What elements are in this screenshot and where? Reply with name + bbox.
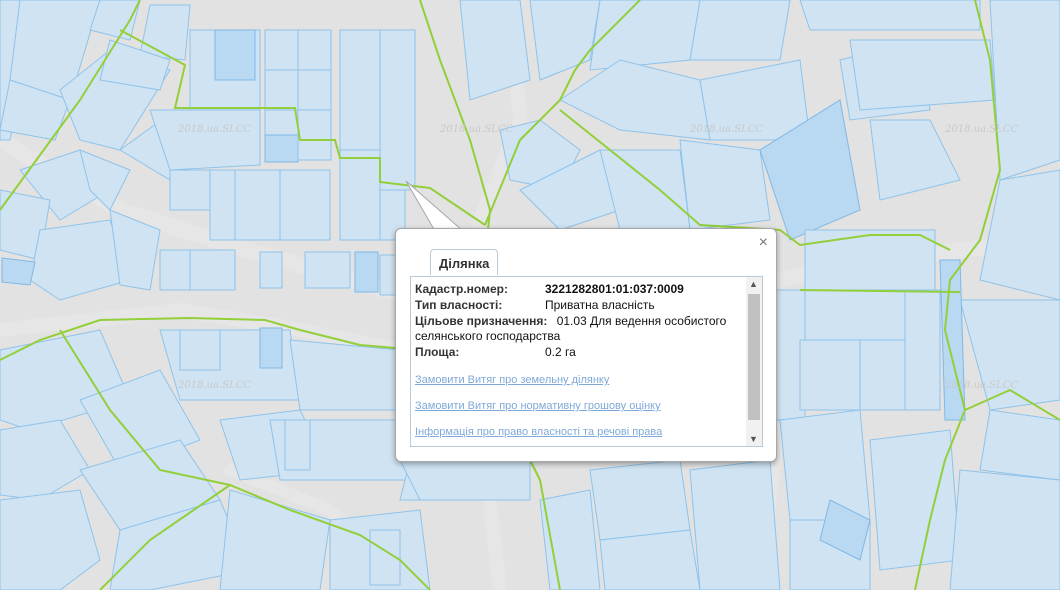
ownership-info-link[interactable]: Інформація про право власності та речові…: [415, 426, 745, 438]
ownership-row: Тип власності: Приватна власність: [415, 298, 745, 313]
parcel-block-north-center: [149, 29, 416, 296]
area-row: Площа: 0.2 га: [415, 345, 745, 360]
order-valuation-extract-link[interactable]: Замовити Витяг про нормативну грошову оц…: [415, 400, 745, 412]
watermark-text: 2018.ua.SLCC: [944, 380, 1018, 391]
scrollbar-thumb[interactable]: [748, 294, 760, 420]
purpose-row: Цільове призначення: 01.03 Для ведення о…: [415, 314, 745, 344]
scroll-down-icon[interactable]: ▼: [749, 434, 758, 444]
ownership-value: Приватна власність: [545, 298, 655, 312]
scroll-up-icon[interactable]: ▲: [749, 279, 758, 289]
parcel-details-panel: Кадастр.номер: 3221282801:01:037:0009 Ти…: [410, 276, 763, 447]
watermark-text: 2018.ua.SLCC: [177, 124, 251, 135]
scrollbar[interactable]: ▲ ▼: [746, 277, 762, 446]
popup-pointer: [405, 180, 465, 232]
watermark-text: 2018.ua.SLCC: [689, 124, 763, 135]
ownership-label: Тип власності:: [415, 298, 503, 312]
close-icon[interactable]: ×: [759, 235, 768, 251]
cadastre-value: 3221282801:01:037:0009: [545, 282, 684, 296]
cadastre-label: Кадастр.номер:: [415, 282, 508, 296]
watermark-text: 2018.ua.SLCC: [944, 124, 1018, 135]
parcel-details-content: Кадастр.номер: 3221282801:01:037:0009 Ти…: [415, 282, 745, 438]
watermark-text: 2018.ua.SLCC: [177, 380, 251, 391]
cadastre-row: Кадастр.номер: 3221282801:01:037:0009: [415, 282, 745, 297]
parcel-info-popup: × Ділянка Кадастр.номер: 3221282801:01:0…: [395, 228, 777, 462]
area-label: Площа:: [415, 345, 460, 359]
purpose-label: Цільове призначення:: [415, 314, 548, 328]
order-land-extract-link[interactable]: Замовити Витяг про земельну ділянку: [415, 374, 745, 386]
area-value: 0.2 га: [545, 345, 576, 359]
watermark-text: 2018.ua.SLCC: [439, 124, 513, 135]
tab-parcel[interactable]: Ділянка: [430, 249, 499, 275]
